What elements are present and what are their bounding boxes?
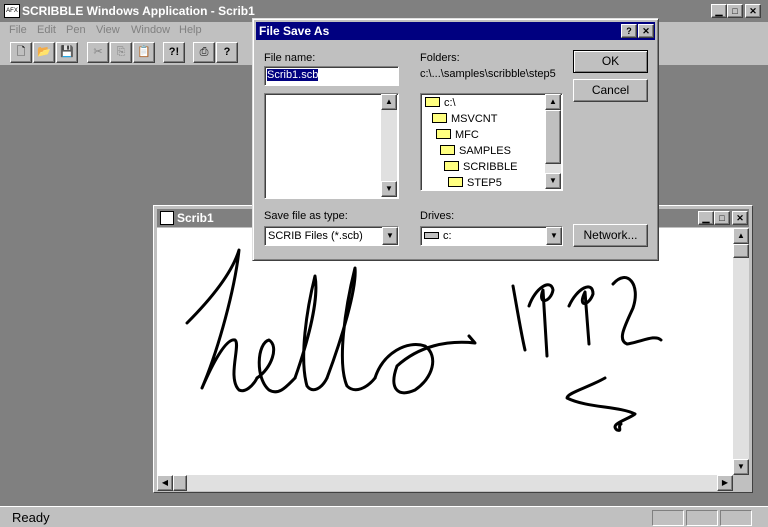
drives-select[interactable]: c: ▼: [420, 226, 563, 246]
stroke-1: [511, 284, 527, 352]
open-folder-icon: [448, 177, 463, 187]
open-folder-icon: [432, 113, 447, 123]
save-type-value: SCRIB Files (*.scb): [268, 230, 363, 242]
folder-list-scroll-up-icon[interactable]: ▲: [545, 94, 561, 110]
stroke-e: [255, 338, 297, 394]
network-button[interactable]: Network...: [573, 224, 648, 247]
folder-list-scrollbar[interactable]: ▲ ▼: [545, 94, 561, 189]
folder-list[interactable]: c:\ MSVCNT MFC SAMPLES SCRIBBLE STEP5 ▲ …: [420, 93, 563, 191]
stroke-l2: [325, 266, 377, 392]
status-pane-scrl: [720, 510, 752, 526]
open-folder-icon: [444, 161, 459, 171]
stroke-o: [373, 334, 477, 395]
document-maximize-button[interactable]: □: [714, 211, 730, 225]
document-vertical-scrollbar[interactable]: ▲ ▼: [733, 228, 749, 475]
new-file-icon[interactable]: 🗋: [10, 42, 32, 63]
scroll-left-arrow-icon[interactable]: ◀: [157, 475, 173, 491]
stroke-9b: [567, 285, 595, 346]
file-list-scrollbar[interactable]: ▲ ▼: [381, 94, 397, 197]
context-help-icon[interactable]: ?!: [163, 42, 185, 63]
folder-item[interactable]: c:\: [425, 95, 456, 111]
open-folder-icon: [436, 129, 451, 139]
cancel-button[interactable]: Cancel: [573, 79, 648, 102]
save-type-label: Save file as type:: [264, 210, 348, 222]
menu-edit[interactable]: Edit: [37, 24, 56, 36]
app-maximize-button[interactable]: □: [727, 4, 743, 18]
current-path: c:\...\samples\scribble\step5: [420, 68, 556, 80]
scroll-right-arrow-icon[interactable]: ▶: [717, 475, 733, 491]
stroke-h: [185, 248, 259, 393]
dialog-title: File Save As: [259, 24, 330, 38]
save-disk-icon[interactable]: 💾: [56, 42, 78, 63]
hard-drive-icon: [424, 232, 439, 239]
document-minimize-button[interactable]: ▁: [698, 211, 714, 225]
folder-item-selected[interactable]: STEP5: [448, 175, 502, 190]
open-folder-icon: [440, 145, 455, 155]
stroke-2: [611, 276, 663, 346]
about-help-icon[interactable]: ?: [216, 42, 238, 63]
file-name-value: Scrib1.scb: [267, 69, 319, 81]
document-icon[interactable]: [160, 211, 174, 225]
document-close-button[interactable]: ✕: [732, 211, 748, 225]
file-list-scroll-down-icon[interactable]: ▼: [381, 181, 397, 197]
folder-list-scroll-down-icon[interactable]: ▼: [545, 173, 561, 189]
scribble-strokes: [185, 248, 663, 432]
chevron-down-icon[interactable]: ▼: [546, 227, 562, 245]
drive-value: c:: [443, 230, 452, 242]
document-title: Scrib1: [177, 211, 214, 225]
menu-help[interactable]: Help: [179, 24, 202, 36]
folder-item[interactable]: SCRIBBLE: [444, 159, 517, 175]
open-folder-icon: [425, 97, 440, 107]
folder-item[interactable]: MSVCNT: [432, 111, 497, 127]
folder-list-scroll-thumb[interactable]: [545, 110, 561, 164]
menu-window[interactable]: Window: [131, 24, 170, 36]
app-title: SCRIBBLE Windows Application - Scrib1: [22, 4, 255, 18]
menu-view[interactable]: View: [96, 24, 120, 36]
app-close-button[interactable]: ✕: [745, 4, 761, 18]
folders-label: Folders:: [420, 52, 460, 64]
folder-item[interactable]: MFC: [436, 127, 479, 143]
app-logo-icon[interactable]: AFX: [4, 4, 20, 18]
cut-scissors-icon[interactable]: ✂: [87, 42, 109, 63]
file-name-label: File name:: [264, 52, 316, 64]
file-list[interactable]: ▲ ▼: [264, 93, 399, 199]
drawing-canvas[interactable]: [157, 228, 733, 475]
status-pane-cap: [652, 510, 684, 526]
file-name-input[interactable]: Scrib1.scb: [264, 66, 399, 86]
file-save-as-dialog[interactable]: File Save As ? ✕ File name: Scrib1.scb ▲…: [252, 18, 659, 261]
folder-item[interactable]: SAMPLES: [440, 143, 511, 159]
print-icon[interactable]: ⎙: [193, 42, 215, 63]
document-horizontal-scrollbar[interactable]: ◀ ▶: [157, 475, 733, 491]
scroll-down-arrow-icon[interactable]: ▼: [733, 459, 749, 475]
copy-icon[interactable]: ⎘: [110, 42, 132, 63]
stroke-9: [527, 283, 555, 358]
stroke-l1: [293, 274, 329, 392]
dialog-close-button[interactable]: ✕: [638, 24, 654, 38]
stroke-squiggle: [565, 376, 637, 432]
file-list-scroll-up-icon[interactable]: ▲: [381, 94, 397, 110]
menu-pen[interactable]: Pen: [66, 24, 86, 36]
save-type-select[interactable]: SCRIB Files (*.scb) ▼: [264, 226, 399, 246]
dialog-help-button[interactable]: ?: [621, 24, 637, 38]
menu-file[interactable]: File: [9, 24, 27, 36]
chevron-down-icon[interactable]: ▼: [382, 227, 398, 245]
app-minimize-button[interactable]: ▁: [711, 4, 727, 18]
status-bar: Ready: [0, 506, 768, 527]
open-folder-icon[interactable]: 📂: [33, 42, 55, 63]
vertical-scroll-thumb[interactable]: [733, 244, 749, 258]
ok-button[interactable]: OK: [573, 50, 648, 73]
status-pane-num: [686, 510, 718, 526]
scroll-up-arrow-icon[interactable]: ▲: [733, 228, 749, 244]
status-text: Ready: [12, 510, 50, 525]
dialog-title-bar[interactable]: File Save As ? ✕: [256, 22, 655, 40]
drives-label: Drives:: [420, 210, 455, 222]
horizontal-scroll-thumb[interactable]: [173, 475, 187, 491]
paste-clipboard-icon[interactable]: 📋: [133, 42, 155, 63]
